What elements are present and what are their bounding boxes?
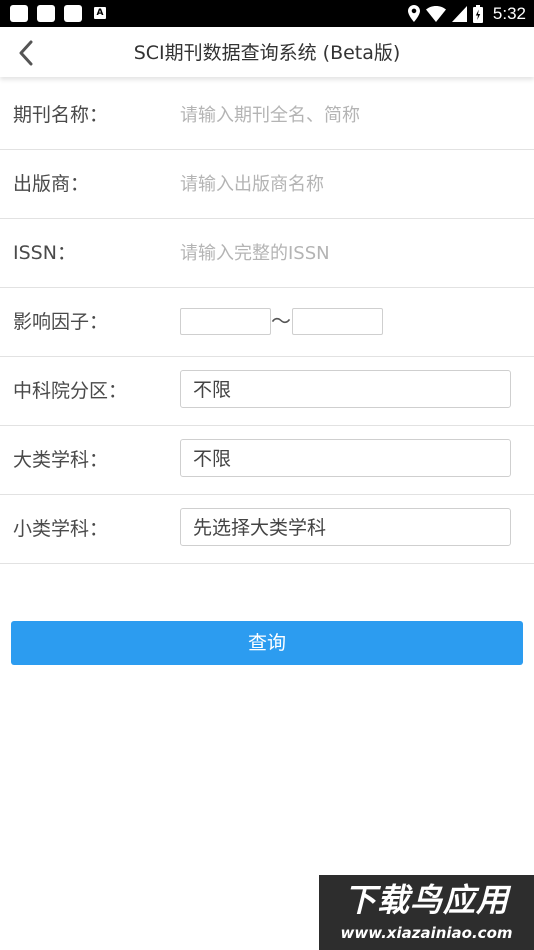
issn-input[interactable] — [168, 233, 508, 273]
impact-factor-max-input[interactable] — [292, 308, 383, 335]
notification-icon — [37, 5, 55, 22]
cas-zone-row: 中科院分区： 不限 — [0, 357, 534, 426]
publisher-label: 出版商： — [13, 173, 90, 195]
watermark-url: www.xiazainiao.com — [340, 924, 513, 942]
journal-name-label: 期刊名称： — [13, 104, 109, 126]
impact-factor-min-input[interactable] — [180, 308, 271, 335]
impact-factor-row: 影响因子： 〜 — [0, 288, 534, 357]
a-icon: A — [94, 7, 106, 19]
journal-name-input[interactable] — [168, 95, 508, 135]
minor-subject-label: 小类学科： — [13, 518, 109, 540]
page-title: SCI期刊数据查询系统 (Beta版) — [133, 42, 401, 64]
app-bar: SCI期刊数据查询系统 (Beta版) — [0, 27, 534, 77]
status-time: 5:32 — [492, 3, 526, 23]
battery-icon — [472, 4, 483, 23]
issn-label: ISSN： — [13, 242, 76, 264]
notification-icon — [64, 5, 82, 22]
status-icons: 5:32 — [407, 0, 526, 27]
publisher-row: 出版商： — [0, 150, 534, 219]
major-subject-label: 大类学科： — [13, 449, 109, 471]
status-bar: A 5:32 — [0, 0, 534, 27]
journal-name-row: 期刊名称： — [0, 81, 534, 150]
major-subject-select[interactable]: 不限 — [180, 439, 511, 477]
search-button[interactable]: 查询 — [11, 621, 523, 665]
range-separator: 〜 — [271, 309, 291, 333]
publisher-input[interactable] — [168, 164, 508, 204]
cas-zone-label: 中科院分区： — [13, 380, 128, 402]
impact-factor-label: 影响因子： — [13, 311, 109, 333]
minor-subject-row: 小类学科： 先选择大类学科 — [0, 495, 534, 564]
issn-row: ISSN： — [0, 219, 534, 288]
minor-subject-select[interactable]: 先选择大类学科 — [180, 508, 511, 546]
cas-zone-select[interactable]: 不限 — [180, 370, 511, 408]
watermark-text: 下载鸟应用 — [343, 881, 509, 919]
major-subject-row: 大类学科： 不限 — [0, 426, 534, 495]
watermark: 下载鸟应用 www.xiazainiao.com — [319, 875, 534, 950]
location-icon — [407, 5, 420, 22]
signal-icon — [451, 5, 467, 22]
wifi-icon — [425, 5, 446, 22]
notification-icon — [10, 5, 28, 22]
search-form: 期刊名称： 出版商： ISSN： 影响因子： 〜 中科院分区： 不限 大类学科：… — [0, 81, 534, 564]
